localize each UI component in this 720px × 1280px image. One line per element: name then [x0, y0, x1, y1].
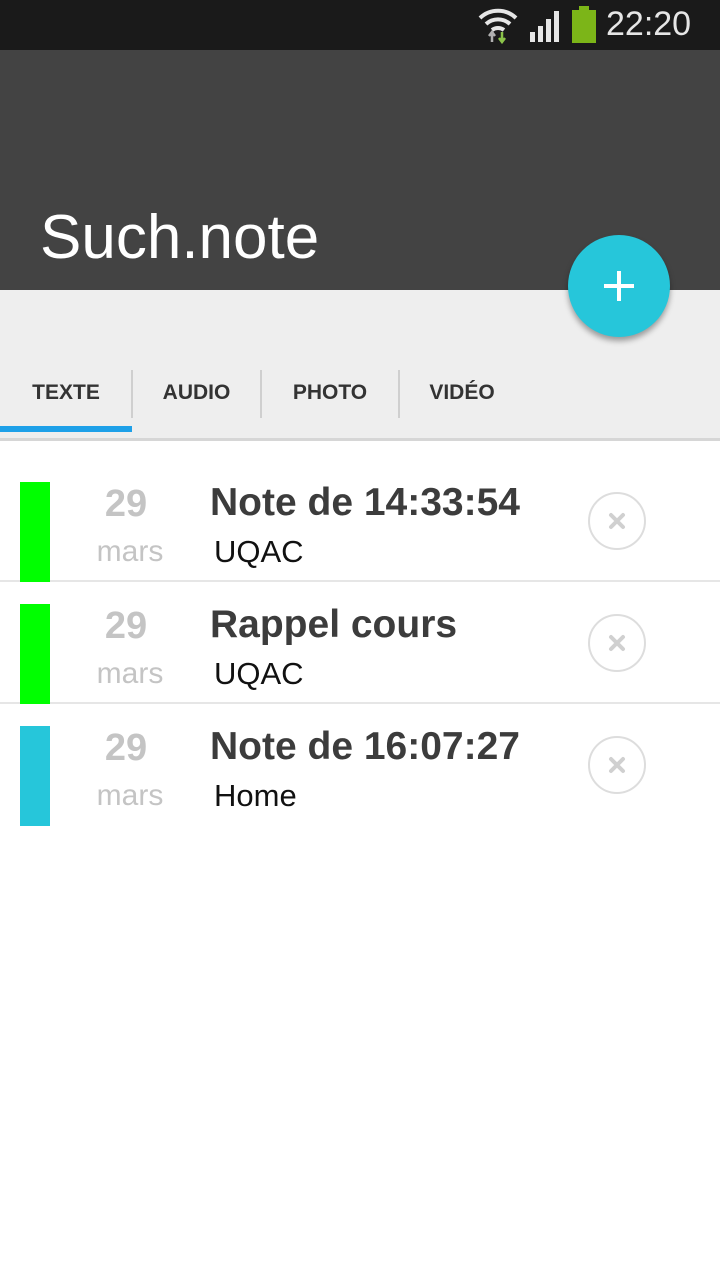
note-color-bar — [20, 726, 50, 826]
app-title: Such.note — [40, 203, 320, 272]
note-day: 29 — [104, 605, 148, 647]
note-title: Note de 16:07:27 — [210, 725, 520, 768]
battery-icon — [570, 6, 598, 49]
delete-note-button[interactable] — [588, 492, 646, 550]
note-month: mars — [96, 657, 164, 690]
delete-note-button[interactable] — [588, 736, 646, 794]
tab-video[interactable]: VIDÉO — [399, 370, 525, 430]
note-subtitle: UQAC — [214, 534, 304, 569]
tab-photo[interactable]: PHOTO — [261, 370, 399, 430]
close-icon — [607, 633, 627, 658]
delete-note-button[interactable] — [588, 614, 646, 672]
wifi-icon — [478, 6, 518, 49]
note-item[interactable]: 29 mars Rappel cours UQAC — [0, 582, 720, 704]
note-subtitle: UQAC — [214, 656, 304, 691]
note-title: Note de 14:33:54 — [210, 481, 520, 524]
note-title: Rappel cours — [210, 603, 458, 646]
note-subtitle: Home — [214, 778, 297, 813]
signal-icon — [528, 8, 564, 47]
status-time: 22:20 — [606, 5, 692, 43]
tab-audio[interactable]: AUDIO — [132, 370, 261, 430]
note-list: 29 mars Note de 14:33:54 UQAC 29 mars Ra… — [0, 460, 720, 826]
note-item[interactable]: 29 mars Note de 14:33:54 UQAC — [0, 460, 720, 582]
note-month: mars — [96, 535, 164, 568]
tab-bar-divider — [0, 438, 720, 441]
note-color-bar — [20, 604, 50, 704]
add-note-button[interactable] — [568, 235, 670, 337]
note-day: 29 — [104, 727, 148, 769]
note-color-bar — [20, 482, 50, 582]
tab-texte[interactable]: TEXTE — [0, 370, 132, 430]
note-month: mars — [96, 779, 164, 812]
tab-indicator — [0, 426, 132, 432]
note-item[interactable]: 29 mars Note de 16:07:27 Home — [0, 704, 720, 826]
status-bar: 22:20 — [0, 0, 720, 50]
plus-icon — [602, 269, 636, 308]
note-day: 29 — [104, 483, 148, 525]
close-icon — [607, 755, 627, 780]
close-icon — [607, 511, 627, 536]
